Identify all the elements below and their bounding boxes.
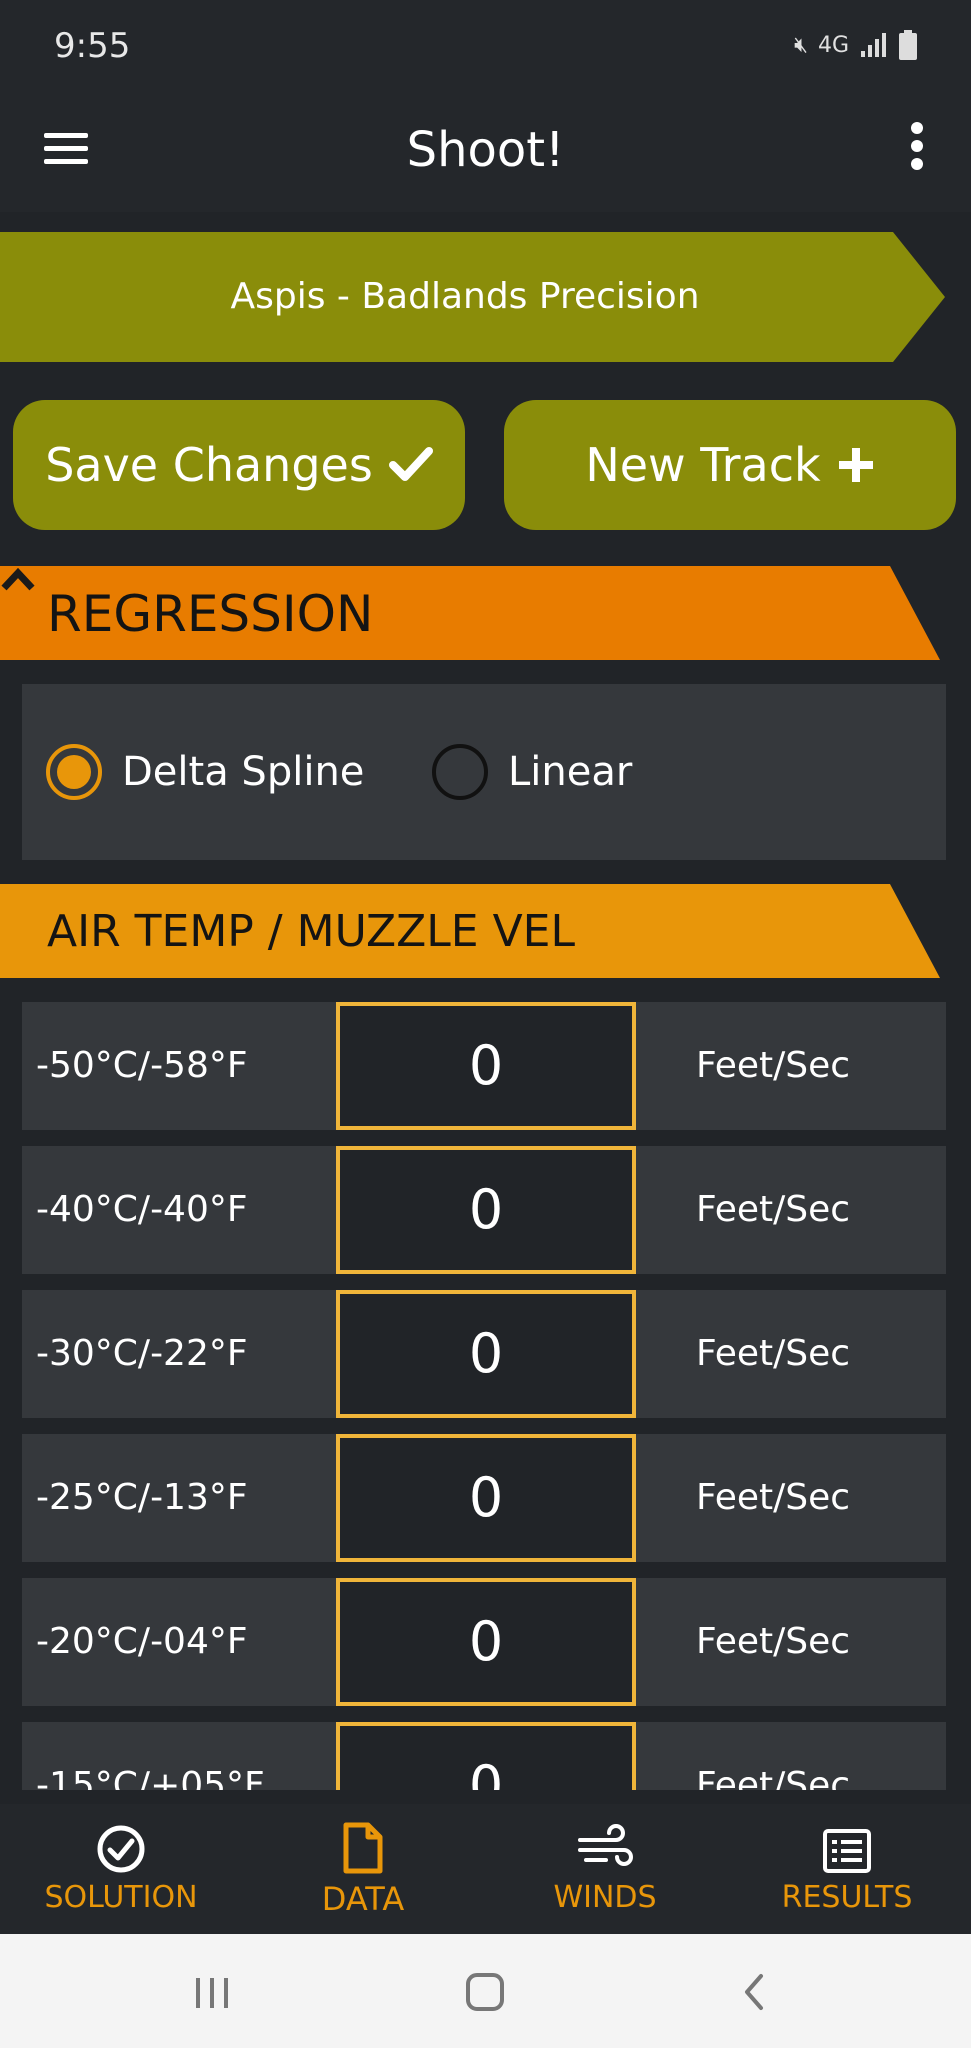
nav-label-solution: SOLUTION: [44, 1880, 198, 1915]
list-item: -50°C/-58°F 0 Feet/Sec: [22, 1002, 946, 1130]
status-icons: 🔇︎ 4G: [794, 30, 919, 60]
temp-label: -40°C/-40°F: [36, 1189, 248, 1230]
muzzle-velocity-list[interactable]: -50°C/-58°F 0 Feet/Sec -40°C/-40°F 0 Fee…: [22, 1002, 946, 1790]
back-icon[interactable]: [725, 1964, 785, 2020]
list-item: -15°C/+05°F 0 Feet/Sec: [22, 1722, 946, 1790]
recent-apps-icon[interactable]: [182, 1964, 242, 2020]
nav-label-data: DATA: [321, 1880, 405, 1918]
radio-linear[interactable]: Linear: [432, 684, 632, 860]
temp-label: -25°C/-13°F: [36, 1477, 248, 1518]
nav-data[interactable]: DATA: [242, 1804, 484, 1934]
radio-delta-spline[interactable]: Delta Spline: [46, 684, 364, 860]
list-item: -30°C/-22°F 0 Feet/Sec: [22, 1290, 946, 1418]
velocity-input[interactable]: 0: [336, 1146, 636, 1274]
app-bar: Shoot!: [0, 100, 971, 212]
regression-options-panel: Delta Spline Linear: [22, 684, 946, 860]
check-circle-icon: [97, 1825, 145, 1873]
list-item: -20°C/-04°F 0 Feet/Sec: [22, 1578, 946, 1706]
plus-icon: [838, 448, 873, 482]
status-time: 9:55: [54, 26, 131, 66]
chevron-up-icon[interactable]: [0, 566, 36, 592]
unit-label: Feet/Sec: [696, 1765, 851, 1790]
velocity-input[interactable]: 0: [336, 1578, 636, 1706]
nav-label-winds: WINDS: [553, 1880, 657, 1915]
checkmark-icon: [388, 447, 433, 481]
home-icon[interactable]: [455, 1964, 515, 2020]
unit-label: Feet/Sec: [696, 1189, 851, 1230]
nav-results[interactable]: RESULTS: [726, 1804, 968, 1934]
velocity-input[interactable]: 0: [336, 1290, 636, 1418]
velocity-input[interactable]: 0: [336, 1434, 636, 1562]
save-changes-button[interactable]: Save Changes: [13, 400, 465, 530]
page-title: Shoot!: [406, 122, 565, 178]
temp-label: -50°C/-58°F: [36, 1045, 248, 1086]
nav-label-results: RESULTS: [781, 1880, 913, 1915]
unit-label: Feet/Sec: [696, 1621, 851, 1662]
new-track-label: New Track: [585, 438, 821, 492]
list-item: -40°C/-40°F 0 Feet/Sec: [22, 1146, 946, 1274]
new-track-button[interactable]: New Track: [504, 400, 956, 530]
temp-label: -20°C/-04°F: [36, 1621, 248, 1662]
unit-label: Feet/Sec: [696, 1045, 851, 1086]
unit-label: Feet/Sec: [696, 1333, 851, 1374]
nav-winds[interactable]: WINDS: [484, 1804, 726, 1934]
radio-label-linear: Linear: [508, 749, 633, 795]
radio-selected-icon: [46, 744, 102, 800]
status-bar: 9:55 🔇︎ 4G: [0, 0, 971, 100]
regression-title: REGRESSION: [47, 585, 374, 643]
battery-icon: [899, 30, 917, 60]
save-changes-label: Save Changes: [45, 438, 373, 492]
radio-label-delta-spline: Delta Spline: [122, 749, 365, 795]
unit-label: Feet/Sec: [696, 1477, 851, 1518]
temp-label: -15°C/+05°F: [36, 1765, 265, 1790]
signal-icon: [861, 33, 886, 57]
more-options-icon[interactable]: [905, 122, 929, 178]
banner-label: Aspis - Badlands Precision: [230, 276, 700, 317]
airtemp-section-header: AIR TEMP / MUZZLE VEL: [0, 884, 945, 978]
radio-unselected-icon: [432, 744, 488, 800]
mute-icon: 🔇︎: [794, 32, 808, 58]
system-navigation-bar: [0, 1934, 971, 2048]
airtemp-title: AIR TEMP / MUZZLE VEL: [47, 906, 575, 957]
profile-banner[interactable]: Aspis - Badlands Precision: [0, 232, 945, 362]
wind-icon: [578, 1824, 633, 1866]
list-item: -25°C/-13°F 0 Feet/Sec: [22, 1434, 946, 1562]
regression-section-header[interactable]: REGRESSION: [0, 566, 945, 660]
nav-solution[interactable]: SOLUTION: [0, 1804, 242, 1934]
velocity-input[interactable]: 0: [336, 1722, 636, 1790]
network-label: 4G: [817, 32, 849, 58]
velocity-input[interactable]: 0: [336, 1002, 636, 1130]
bottom-navigation: SOLUTION DATA WINDS RESULTS: [0, 1804, 971, 1934]
temp-label: -30°C/-22°F: [36, 1333, 248, 1374]
document-icon: [343, 1822, 383, 1874]
list-icon: [823, 1829, 871, 1873]
